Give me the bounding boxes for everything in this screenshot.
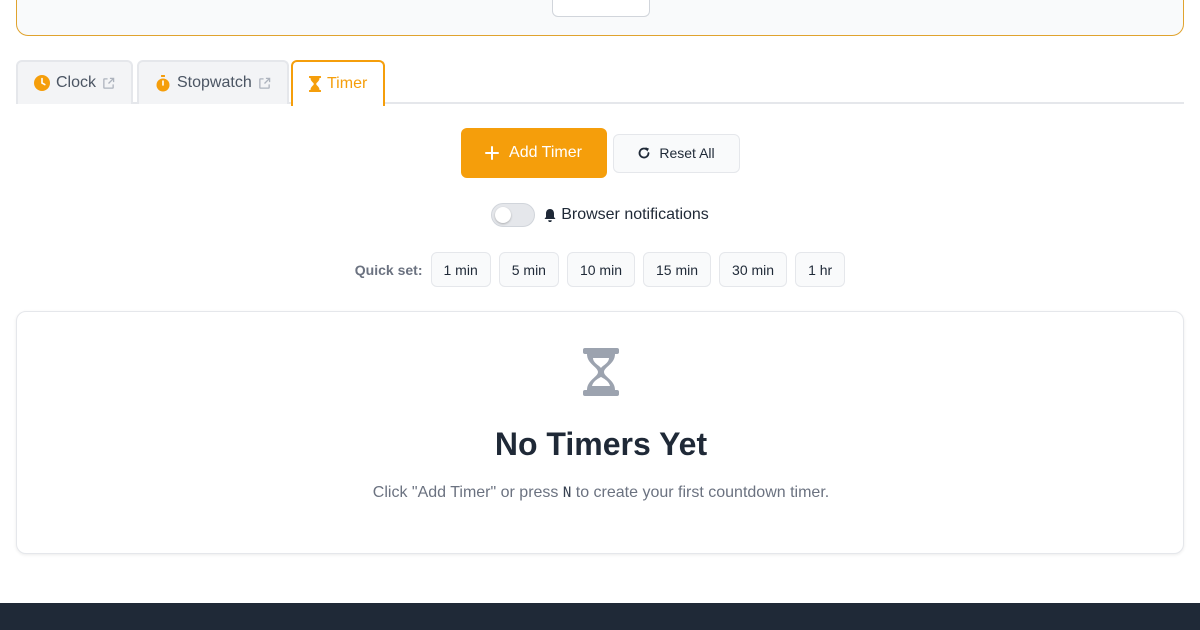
tab-clock-label: Clock	[56, 74, 97, 91]
notifications-row: Browser notifications	[0, 203, 1200, 227]
notifications-label: Browser notifications	[561, 206, 709, 223]
top-banner	[16, 0, 1184, 36]
add-timer-label: Add Timer	[509, 144, 582, 161]
plus-icon	[485, 146, 500, 160]
action-bar: Add Timer Reset All	[0, 128, 1200, 178]
reset-all-label: Reset All	[659, 145, 715, 161]
external-link-icon	[103, 77, 115, 89]
hourglass-icon	[583, 348, 619, 396]
footer	[0, 603, 1200, 630]
toggle-knob	[495, 207, 512, 223]
hourglass-icon	[309, 76, 321, 92]
empty-state-desc-after: to create your first countdown timer.	[571, 484, 830, 501]
tab-stopwatch-label: Stopwatch	[177, 74, 252, 91]
bell-icon	[544, 208, 556, 222]
empty-state-title: No Timers Yet	[494, 426, 708, 462]
empty-state-description: Click "Add Timer" or press N to create y…	[17, 484, 1185, 502]
clock-icon	[34, 75, 50, 91]
quick-set-1-min[interactable]: 1 min	[430, 252, 491, 287]
external-link-icon	[258, 77, 270, 89]
quick-set-15-min[interactable]: 15 min	[643, 252, 712, 287]
notifications-label-group: Browser notifications	[543, 206, 709, 224]
quick-set-label: Quick set:	[354, 261, 423, 278]
stopwatch-icon	[156, 74, 170, 91]
add-timer-button[interactable]: Add Timer	[460, 128, 607, 178]
quick-set-5-min[interactable]: 5 min	[498, 252, 559, 287]
empty-state-card: No Timers Yet Click "Add Timer" or press…	[16, 311, 1184, 554]
tab-bar: Clock Stopwatch Timer	[16, 60, 1184, 106]
tab-clock[interactable]: Clock	[16, 60, 134, 104]
tab-stopwatch[interactable]: Stopwatch	[137, 60, 289, 104]
banner-button[interactable]	[552, 0, 650, 17]
notifications-toggle[interactable]	[491, 203, 536, 227]
quick-set-row: Quick set: 1 min 5 min 10 min 15 min 30 …	[0, 252, 1200, 287]
quick-set-30-min[interactable]: 30 min	[719, 252, 788, 287]
empty-state-desc-before: Click "Add Timer" or press	[372, 484, 563, 501]
quick-set-10-min[interactable]: 10 min	[566, 252, 635, 287]
quick-set-1-hr[interactable]: 1 hr	[795, 252, 846, 287]
tab-timer[interactable]: Timer	[291, 60, 386, 106]
tab-timer-label: Timer	[327, 75, 368, 92]
reset-icon	[638, 147, 650, 159]
reset-all-button[interactable]: Reset All	[612, 133, 740, 173]
